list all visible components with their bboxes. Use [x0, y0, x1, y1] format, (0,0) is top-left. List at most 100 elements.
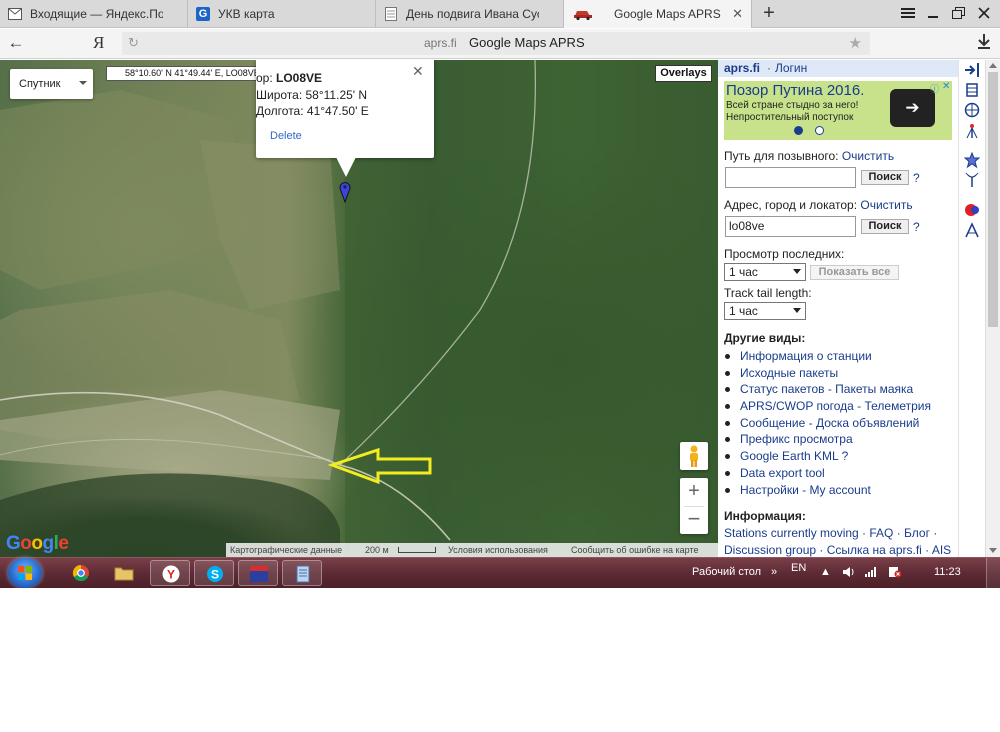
- scroll-up-icon[interactable]: [989, 63, 997, 68]
- list-item[interactable]: Статус пакетов - Пакеты маяка: [724, 381, 954, 398]
- radio-mast-icon[interactable]: [963, 172, 981, 190]
- map-data-link[interactable]: Картографические данные: [230, 543, 342, 557]
- report-error-link[interactable]: Сообщить об ошибке на карте: [571, 543, 698, 557]
- ad-close-icon[interactable]: ✕: [942, 81, 950, 92]
- tab-google-maps-aprs[interactable]: Google Maps APRS ✕: [564, 0, 752, 28]
- panel-header: aprs.fi · Логин: [718, 60, 958, 77]
- desktop-toolbar-label[interactable]: Рабочий стол: [692, 566, 761, 578]
- zoom-out-button[interactable]: −: [680, 506, 708, 534]
- show-all-button[interactable]: Показать все: [810, 265, 899, 280]
- ad-arrow-button[interactable]: ➔: [890, 89, 935, 127]
- tab-susanin[interactable]: День подвига Ивана Сусани: [376, 0, 564, 28]
- view-link[interactable]: Сообщение - Доска объявлений: [740, 416, 919, 430]
- info-links-line[interactable]: Discussion group · Ссылка на aprs.fi · A…: [724, 543, 951, 557]
- last-period-select[interactable]: 1 час: [724, 263, 806, 281]
- bookmark-star-icon[interactable]: ★: [849, 34, 862, 52]
- list-item[interactable]: Data export tool: [724, 465, 954, 482]
- antenna-icon[interactable]: [963, 123, 981, 141]
- svg-text:S: S: [211, 568, 219, 582]
- map-marker-icon[interactable]: [339, 181, 351, 206]
- compass-icon[interactable]: [963, 102, 981, 120]
- measure-icon[interactable]: [963, 222, 981, 240]
- view-link[interactable]: Статус пакетов - Пакеты маяка: [740, 382, 913, 396]
- yandex-browser-taskbar-button[interactable]: Y: [150, 560, 190, 586]
- folder-icon[interactable]: [111, 560, 137, 586]
- view-link[interactable]: Информация о станции: [740, 349, 872, 363]
- scroll-down-icon[interactable]: [989, 548, 997, 553]
- callsign-input[interactable]: [725, 167, 856, 188]
- delete-link[interactable]: Delete: [270, 130, 302, 142]
- list-item[interactable]: Google Earth KML ?: [724, 448, 954, 465]
- view-link[interactable]: APRS/CWOP погода - Телеметрия: [740, 399, 931, 413]
- info-links-line[interactable]: Stations currently moving · FAQ · Блог ·: [724, 526, 937, 540]
- list-item[interactable]: APRS/CWOP погода - Телеметрия: [724, 398, 954, 415]
- address-input[interactable]: lo08ve: [725, 216, 856, 237]
- clear-address-link[interactable]: Очистить: [860, 198, 912, 212]
- sidebar-toggle-icon[interactable]: [963, 62, 981, 80]
- tab-yandex-mail[interactable]: Входящие — Яндекс.Почта: [0, 0, 188, 28]
- view-link[interactable]: Префикс просмотра: [740, 432, 853, 446]
- close-window-icon[interactable]: [973, 3, 995, 25]
- advertisement[interactable]: Позор Путина 2016. Всей стране стыдно за…: [724, 81, 952, 140]
- ad-title[interactable]: Позор Путина 2016.: [726, 82, 864, 99]
- scroll-thumb[interactable]: [988, 72, 998, 327]
- zoom-in-button[interactable]: +: [680, 478, 708, 506]
- address-search-button[interactable]: Поиск: [861, 219, 909, 234]
- chrome-icon[interactable]: [68, 560, 94, 586]
- view-link[interactable]: Data export tool: [740, 466, 825, 480]
- tab-ukv-map[interactable]: G УКВ карта: [188, 0, 376, 28]
- ad-page-dot[interactable]: [815, 126, 824, 135]
- action-center-icon[interactable]: [888, 566, 902, 581]
- view-link[interactable]: Google Earth KML ?: [740, 449, 848, 463]
- satellite-map[interactable]: Спутник 58°10.60' N 41°49.44' E, LO08VE …: [0, 60, 718, 557]
- map-type-select[interactable]: Спутник: [10, 69, 93, 99]
- ad-info-icon[interactable]: ⓘ: [930, 82, 939, 95]
- close-icon[interactable]: ✕: [412, 63, 424, 80]
- close-tab-icon[interactable]: ✕: [732, 6, 743, 22]
- vertical-scrollbar[interactable]: [985, 60, 1000, 557]
- menu-icon[interactable]: [897, 3, 919, 25]
- url-field[interactable]: ↻ aprs.fi Google Maps APRS ★: [122, 32, 870, 55]
- notepad-taskbar-button[interactable]: [282, 560, 322, 586]
- restore-icon[interactable]: [947, 3, 969, 25]
- svg-text:Y: Y: [167, 568, 175, 582]
- brand-link[interactable]: aprs.fi: [724, 61, 760, 75]
- new-tab-button[interactable]: +: [758, 2, 780, 24]
- callsign-help-link[interactable]: ?: [913, 171, 920, 185]
- reload-icon[interactable]: ↻: [128, 35, 139, 51]
- street-view-pegman-icon[interactable]: [680, 442, 708, 470]
- track-tail-select[interactable]: 1 час: [724, 302, 806, 320]
- list-item[interactable]: Сообщение - Доска объявлений: [724, 415, 954, 432]
- tower-icon[interactable]: [963, 82, 981, 100]
- clear-callsign-link[interactable]: Очистить: [842, 149, 894, 163]
- ad-page-dot[interactable]: [794, 126, 803, 135]
- volume-icon[interactable]: [842, 566, 856, 581]
- ham-app-taskbar-button[interactable]: [238, 560, 278, 586]
- back-arrow-icon[interactable]: ←: [6, 33, 26, 53]
- view-link[interactable]: Исходные пакеты: [740, 366, 838, 380]
- address-help-link[interactable]: ?: [913, 220, 920, 234]
- overlays-button[interactable]: Overlays: [655, 65, 712, 82]
- bullet: [725, 470, 730, 476]
- minimize-icon[interactable]: [922, 3, 944, 25]
- list-item[interactable]: Информация о станции: [724, 348, 954, 365]
- view-link[interactable]: Настройки - My account: [740, 483, 871, 497]
- download-icon[interactable]: [974, 33, 994, 53]
- record-icon[interactable]: [963, 202, 981, 220]
- yandex-logo-icon[interactable]: Я: [93, 33, 113, 53]
- show-desktop-button[interactable]: [986, 558, 1000, 588]
- login-link[interactable]: Логин: [775, 61, 807, 75]
- list-item[interactable]: Настройки - My account: [724, 482, 954, 499]
- star-icon[interactable]: [963, 151, 981, 170]
- clock[interactable]: 11:23: [934, 566, 961, 578]
- language-indicator[interactable]: EN: [791, 562, 806, 574]
- network-signal-icon[interactable]: [864, 566, 878, 581]
- list-item[interactable]: Исходные пакеты: [724, 365, 954, 382]
- tray-expand-icon[interactable]: ▲: [820, 566, 831, 578]
- terms-link[interactable]: Условия использования: [448, 543, 548, 557]
- chevron-right-double-icon[interactable]: »: [771, 566, 777, 578]
- skype-taskbar-button[interactable]: S: [194, 560, 234, 586]
- list-item[interactable]: Префикс просмотра: [724, 431, 954, 448]
- callsign-search-button[interactable]: Поиск: [861, 170, 909, 185]
- start-button[interactable]: [8, 558, 42, 588]
